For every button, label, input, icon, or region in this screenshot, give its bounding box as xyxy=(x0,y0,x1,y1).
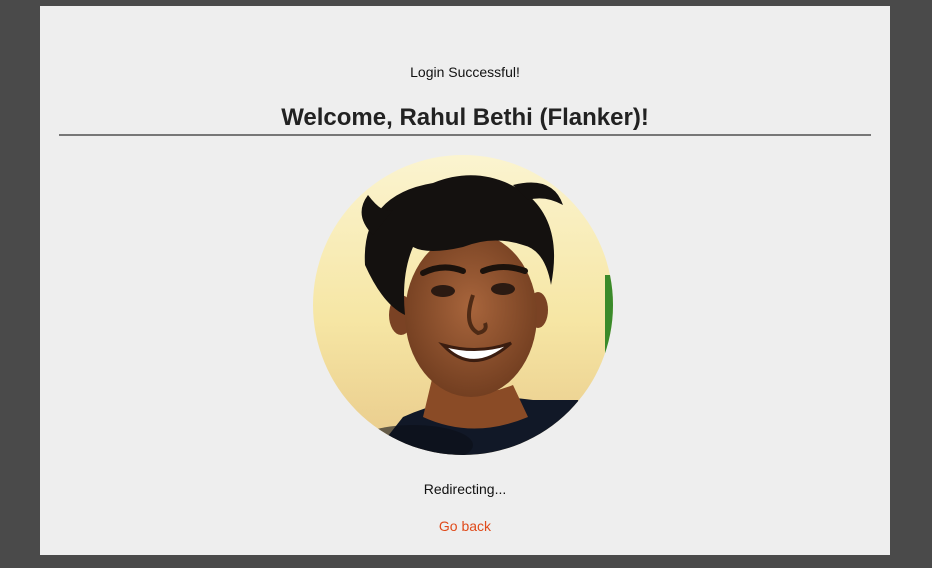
title-divider xyxy=(59,134,871,136)
redirecting-text: Redirecting... xyxy=(423,481,507,497)
go-back-container: Go back xyxy=(40,518,890,534)
login-status-text: Login Successful! xyxy=(410,64,520,80)
go-back-link[interactable]: Go back xyxy=(439,518,491,534)
profile-avatar xyxy=(313,155,613,455)
welcome-title: Welcome, Rahul Bethi (Flanker)! xyxy=(281,104,649,131)
profile-avatar-image xyxy=(313,155,613,455)
login-success-panel: Login Successful! Welcome, Rahul Bethi (… xyxy=(40,6,890,555)
